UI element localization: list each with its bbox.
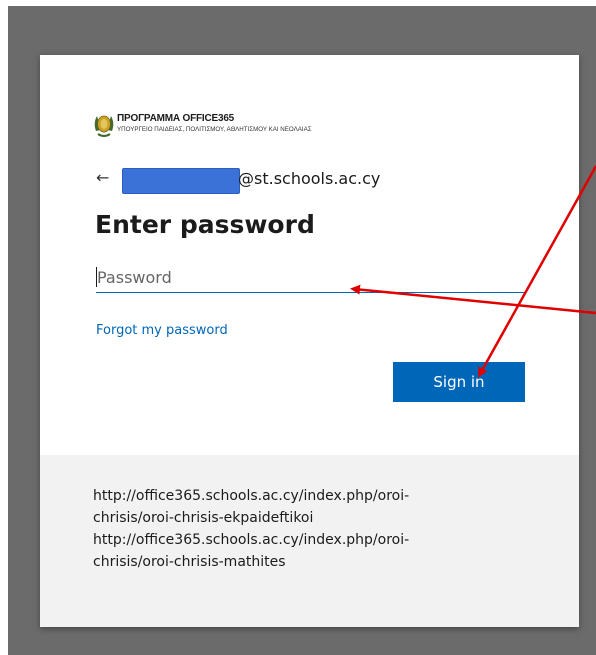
sign-in-card: http://office365.schools.ac.cy/index.php… xyxy=(40,55,579,627)
redacted-username xyxy=(122,168,240,194)
program-title: ΠΡΟΓΡΑΜΜΑ OFFICE365 xyxy=(117,113,235,124)
email-domain: @st.schools.ac.cy xyxy=(238,169,381,188)
sign-in-button[interactable]: Sign in xyxy=(393,362,525,402)
ministry-subtitle: ΥΠΟΥΡΓΕΙΟ ΠΑΙΔΕΙΑΣ, ΠΟΛΙΤΙΣΜΟΥ, ΑΘΛΗΤΙΣΜ… xyxy=(117,126,312,133)
password-input[interactable] xyxy=(96,262,525,293)
terms-footer-panel: http://office365.schools.ac.cy/index.php… xyxy=(40,455,579,627)
back-arrow-icon[interactable]: ← xyxy=(96,167,109,189)
cyprus-emblem-icon xyxy=(94,115,114,137)
identity-banner: ← @st.schools.ac.cy xyxy=(96,167,416,194)
terms-links: http://office365.schools.ac.cy/index.php… xyxy=(93,485,513,573)
terms-line: http://office365.schools.ac.cy/index.php… xyxy=(93,532,410,548)
office365-program-logo: ΠΡΟΓΡΑΜΜΑ OFFICE365 ΥΠΟΥΡΓΕΙΟ ΠΑΙΔΕΙΑΣ, … xyxy=(93,113,373,145)
page-title: Enter password xyxy=(95,210,315,239)
forgot-password-link[interactable]: Forgot my password xyxy=(96,323,228,338)
terms-line: chrisis/oroi-chrisis-mathites xyxy=(93,554,286,570)
text-caret xyxy=(96,267,97,287)
terms-line: http://office365.schools.ac.cy/index.php… xyxy=(93,488,410,504)
terms-line: chrisis/oroi-chrisis-ekpaideftikoi xyxy=(93,510,314,526)
